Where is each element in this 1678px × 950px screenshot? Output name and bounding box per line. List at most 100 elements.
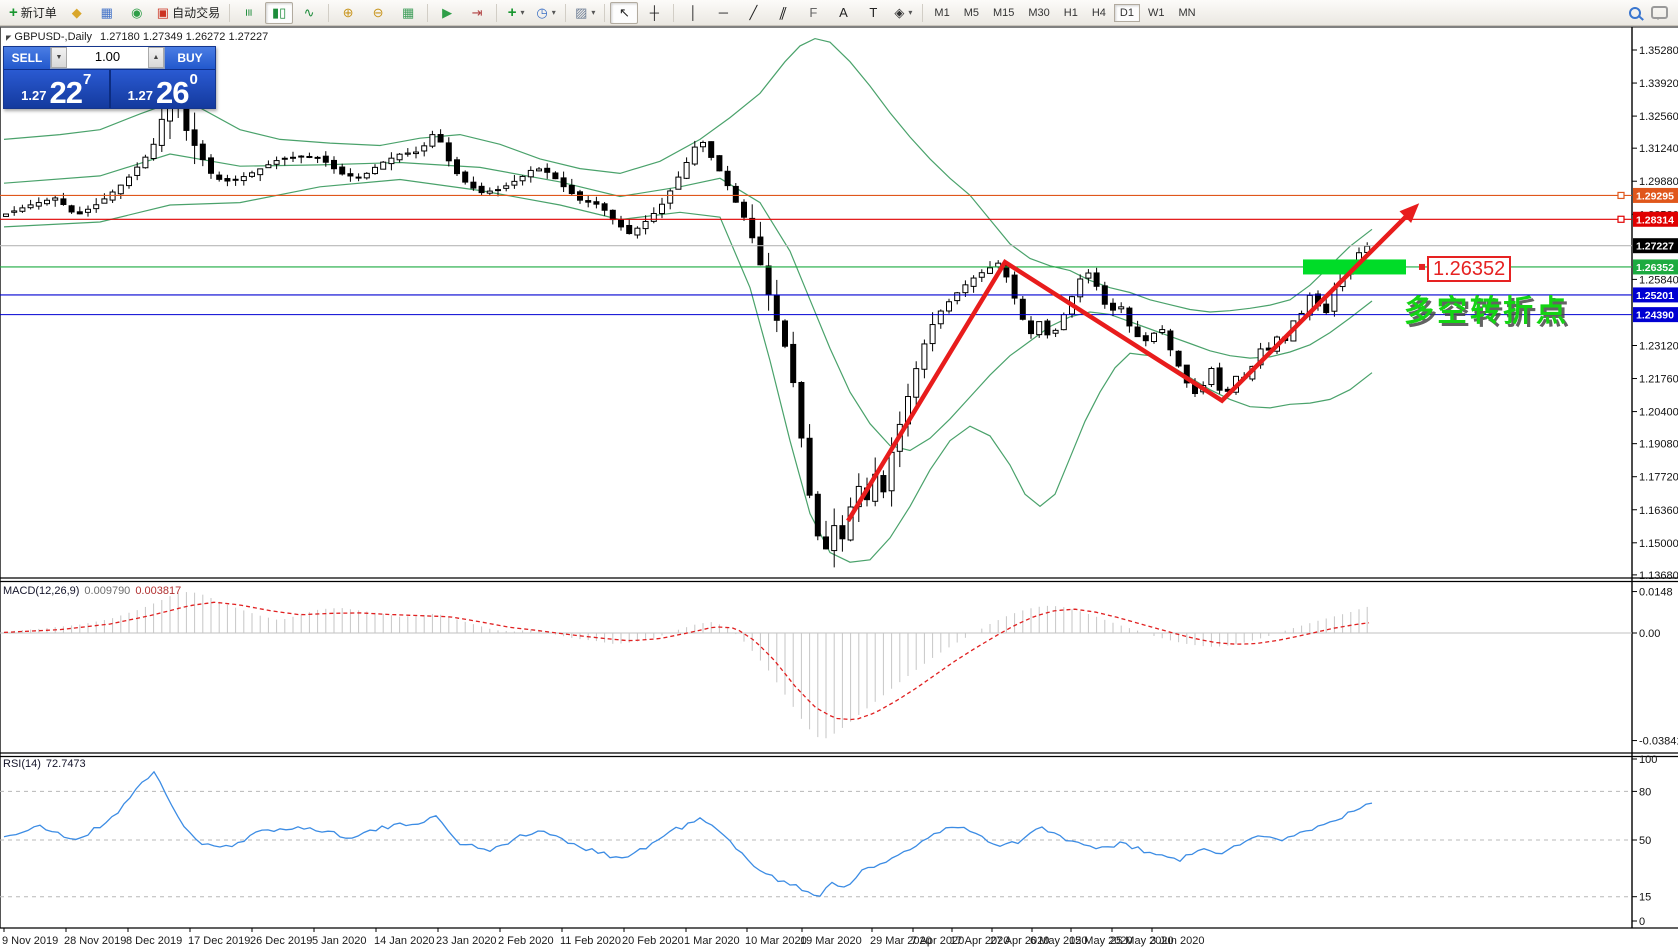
toolbar-market-watch-button[interactable]: ▦ — [93, 2, 121, 24]
buy-price-sup: 0 — [189, 73, 197, 86]
fibonacci-icon: F — [809, 6, 817, 19]
svg-text:1.21760: 1.21760 — [1639, 374, 1678, 386]
sell-button[interactable]: SELL — [4, 47, 50, 69]
toolbar-bar-chart-button[interactable]: ≡ — [235, 2, 263, 24]
toolbar-shapes-button[interactable]: ◈▾ — [889, 2, 917, 24]
toolbar-template-button[interactable]: ▨▾ — [571, 2, 599, 24]
toolbar-separator — [496, 4, 497, 22]
text-label-icon: T — [869, 6, 877, 19]
chart-shift-icon: ⇥ — [472, 6, 483, 19]
new-order-icon: + — [9, 5, 18, 20]
crosshair-icon: ┼ — [650, 6, 659, 19]
svg-text:3 Jun 2020: 3 Jun 2020 — [1150, 935, 1204, 947]
cursor-icon: ↖ — [619, 6, 630, 19]
toolbar: +新订单◆▦◉▣自动交易≡▮▯∿⊕⊖▦▶⇥+▾◷▾▨▾↖┼│─╱∥FAT◈▾M1… — [0, 0, 1678, 26]
rsi-indicator-label: RSI(14)72.7473 — [3, 758, 86, 770]
toolbar-channel-button[interactable]: ∥ — [769, 2, 797, 24]
volume-increase-button[interactable]: ▲ — [148, 47, 164, 68]
toolbar-signal-button[interactable]: ◉ — [123, 2, 151, 24]
price-tag-1.29295: 1.29295 — [1633, 188, 1678, 203]
sell-quote[interactable]: 1.27 22 7 — [4, 70, 109, 108]
toolbar-separator — [427, 4, 428, 22]
macd-main-value: 0.009790 — [84, 585, 130, 597]
bar-chart-icon: ≡ — [243, 9, 256, 17]
svg-text:1.15000: 1.15000 — [1639, 538, 1678, 550]
template-icon: ▨ — [575, 6, 587, 19]
timeframe-h1-button[interactable]: H1 — [1058, 4, 1084, 22]
chat-icon[interactable] — [1651, 6, 1668, 19]
vertical-line-icon: │ — [689, 6, 697, 19]
chevron-down-icon: ▾ — [591, 8, 595, 17]
toolbar-period-button[interactable]: ◷▾ — [532, 2, 560, 24]
period-icon: ◷ — [536, 6, 547, 19]
svg-text:28 Nov 2019: 28 Nov 2019 — [64, 935, 126, 947]
toolbar-text-label-button[interactable]: T — [859, 2, 887, 24]
price-axis: 1.352801.339201.325601.312401.298801.285… — [1632, 45, 1678, 582]
buy-button[interactable]: BUY — [165, 47, 215, 69]
search-icon[interactable] — [1629, 7, 1641, 19]
toolbar-crosshair-button[interactable]: ┼ — [640, 2, 668, 24]
toolbar-fibonacci-button[interactable]: F — [799, 2, 827, 24]
toolbar-zoom-in-button[interactable]: ⊕ — [334, 2, 362, 24]
svg-text:1.28314: 1.28314 — [1636, 214, 1674, 226]
buy-quote[interactable]: 1.27 26 0 — [109, 70, 216, 108]
toolbar-separator — [229, 4, 230, 22]
auto-trading-label: 自动交易 — [172, 4, 220, 21]
svg-text:1.25201: 1.25201 — [1636, 290, 1674, 302]
price-level-tag[interactable]: 1.26352 — [1427, 256, 1511, 282]
svg-text:1.17720: 1.17720 — [1639, 472, 1678, 484]
volume-decrease-button[interactable]: ▼ — [51, 47, 67, 68]
price-tag-1.26352: 1.26352 — [1633, 259, 1678, 274]
chevron-down-icon: ▾ — [908, 8, 912, 17]
timeframe-mn-button[interactable]: MN — [1172, 4, 1201, 22]
macd-indicator-label: MACD(12,26,9)0.0097900.003817 — [3, 585, 181, 597]
price-tag-1.27227: 1.27227 — [1633, 238, 1678, 253]
toolbar-new-order-button[interactable]: +新订单 — [5, 2, 61, 24]
svg-text:26 Dec 2019: 26 Dec 2019 — [250, 935, 312, 947]
toolbar-vertical-line-button[interactable]: │ — [679, 2, 707, 24]
chinese-annotation-text: 多空转折点 — [1404, 286, 1569, 330]
toolbar-auto-scroll-button[interactable]: ▶ — [433, 2, 461, 24]
timeframe-d1-button[interactable]: D1 — [1114, 4, 1140, 22]
svg-text:1.23120: 1.23120 — [1639, 340, 1678, 352]
toolbar-line-chart-button[interactable]: ∿ — [295, 2, 323, 24]
channel-icon: ∥ — [778, 6, 789, 19]
svg-text:1.25840: 1.25840 — [1639, 274, 1678, 286]
svg-text:11 Feb 2020: 11 Feb 2020 — [560, 935, 621, 947]
tile-windows-icon: ▦ — [402, 6, 414, 19]
svg-text:1.24390: 1.24390 — [1636, 310, 1674, 322]
toolbar-auto-trading-button[interactable]: ▣自动交易 — [153, 2, 224, 24]
macd-signal-value: 0.003817 — [135, 585, 181, 597]
svg-text:-0.038415: -0.038415 — [1639, 736, 1678, 748]
timeframe-h4-button[interactable]: H4 — [1086, 4, 1112, 22]
volume-input[interactable]: 1.00 — [67, 47, 148, 68]
toolbar-cursor-button[interactable]: ↖ — [610, 2, 638, 24]
text-icon: A — [839, 6, 848, 19]
timeframe-w1-button[interactable]: W1 — [1142, 4, 1171, 22]
indicators-icon: + — [508, 5, 517, 20]
toolbar-trendline-button[interactable]: ╱ — [739, 2, 767, 24]
toolbar-zoom-out-button[interactable]: ⊖ — [364, 2, 392, 24]
svg-text:1 Mar 2020: 1 Mar 2020 — [684, 935, 740, 947]
toolbar-chart-shift-button[interactable]: ⇥ — [463, 2, 491, 24]
toolbar-horizontal-line-button[interactable]: ─ — [709, 2, 737, 24]
candlesticks — [4, 89, 1370, 567]
toolbar-text-button[interactable]: A — [829, 2, 857, 24]
timeframe-m30-button[interactable]: M30 — [1022, 4, 1055, 22]
horizontal-line-icon: ─ — [719, 6, 728, 19]
toolbar-profile-button[interactable]: ◆ — [63, 2, 91, 24]
toolbar-separator — [922, 4, 923, 22]
new-order-label: 新订单 — [21, 4, 57, 21]
timeframe-m15-button[interactable]: M15 — [987, 4, 1020, 22]
svg-text:20 Feb 2020: 20 Feb 2020 — [622, 935, 684, 947]
svg-text:100: 100 — [1639, 754, 1657, 766]
toolbar-indicators-button[interactable]: +▾ — [502, 2, 530, 24]
toolbar-candlestick-chart-button[interactable]: ▮▯ — [265, 2, 293, 24]
chart-title: ◤GBPUSD-,Daily1.27180 1.27349 1.26272 1.… — [6, 31, 268, 43]
toolbar-tile-windows-button[interactable]: ▦ — [394, 2, 422, 24]
chart-canvas[interactable]: 1.352801.339201.325601.312401.298801.285… — [0, 0, 1678, 950]
timeframe-m5-button[interactable]: M5 — [958, 4, 985, 22]
svg-text:1.19080: 1.19080 — [1639, 439, 1678, 451]
timeframe-m1-button[interactable]: M1 — [928, 4, 955, 22]
svg-text:1.20400: 1.20400 — [1639, 407, 1678, 419]
